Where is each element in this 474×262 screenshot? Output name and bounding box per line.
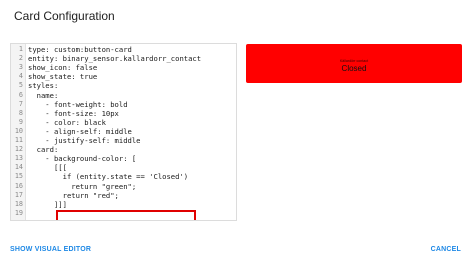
code-text: name: bbox=[28, 90, 59, 100]
editor-line[interactable]: 18 ]]] bbox=[11, 200, 236, 209]
line-number: 9 bbox=[18, 117, 23, 126]
code-text: show_state: true bbox=[28, 72, 98, 82]
preview-card-state: Closed bbox=[341, 64, 367, 73]
editor-line[interactable]: 12 card: bbox=[11, 145, 236, 154]
code-text: - align-self: middle bbox=[28, 126, 132, 136]
editor-line[interactable]: 8 - font-size: 10px bbox=[11, 109, 236, 118]
button-card-preview[interactable]: Källardörr contact Closed bbox=[246, 44, 462, 83]
editor-line[interactable]: 5 styles: bbox=[11, 81, 236, 90]
editor-line[interactable]: 3 show_icon: false bbox=[11, 63, 236, 72]
line-number: 4 bbox=[18, 72, 23, 81]
line-number: 15 bbox=[14, 172, 23, 181]
line-number: 1 bbox=[18, 45, 23, 53]
code-text: entity: binary_sensor.kallardorr_contact bbox=[28, 54, 202, 64]
line-number: 11 bbox=[14, 136, 23, 144]
editor-line[interactable]: 2 entity: binary_sensor.kallardorr_contac… bbox=[11, 54, 236, 63]
line-number: 16 bbox=[14, 181, 23, 190]
line-number: 6 bbox=[18, 90, 23, 99]
editor-line[interactable]: 9 - color: black bbox=[11, 118, 236, 127]
code-text: [[[ bbox=[28, 163, 67, 173]
yaml-code-editor[interactable]: 1 type: custom:button-card 2 entity: binary… bbox=[10, 43, 237, 221]
editor-line[interactable]: 7 - font-weight: bold bbox=[11, 100, 236, 109]
preview-card-name: Källardörr contact bbox=[339, 59, 369, 63]
line-number: 14 bbox=[14, 163, 23, 172]
code-text: - font-size: 10px bbox=[28, 108, 119, 118]
cancel-button[interactable]: CANCEL bbox=[431, 246, 461, 253]
line-number: 10 bbox=[14, 126, 23, 135]
code-text: - background-color: [ bbox=[28, 154, 137, 164]
code-text: card: bbox=[28, 145, 59, 155]
line-number: 19 bbox=[14, 208, 23, 217]
code-text: - color: black bbox=[28, 117, 106, 127]
code-text: if (entity.state == 'Closed') bbox=[28, 172, 189, 182]
code-text: - justify-self: middle bbox=[28, 136, 141, 145]
show-visual-editor-button[interactable]: SHOW VISUAL EDITOR bbox=[10, 246, 91, 253]
code-text: show_icon: false bbox=[28, 63, 98, 73]
line-number: 3 bbox=[18, 63, 23, 72]
line-number: 7 bbox=[18, 99, 23, 108]
code-text: type: custom:button-card bbox=[28, 45, 132, 54]
editor-line[interactable]: 17 return "red"; bbox=[11, 191, 236, 200]
line-number: 13 bbox=[14, 154, 23, 163]
code-text: ]]] bbox=[28, 199, 67, 209]
code-text: styles: bbox=[28, 81, 59, 91]
dialog-title: Card Configuration bbox=[14, 9, 115, 23]
line-number: 12 bbox=[14, 145, 23, 154]
line-number: 2 bbox=[18, 54, 23, 63]
editor-line[interactable]: 13 - background-color: [ bbox=[11, 154, 236, 163]
editor-line[interactable]: 16 return "green"; bbox=[11, 182, 236, 191]
editor-line[interactable]: 11 - justify-self: middle bbox=[11, 136, 236, 145]
editor-line[interactable]: 14 [[[ bbox=[11, 163, 236, 172]
highlight-annotation-box bbox=[56, 210, 196, 220]
line-number: 17 bbox=[14, 190, 23, 199]
line-number: 18 bbox=[14, 199, 23, 208]
code-text: return "green"; bbox=[28, 181, 137, 191]
line-number: 5 bbox=[18, 81, 23, 90]
editor-line[interactable]: 4 show_state: true bbox=[11, 72, 236, 81]
editor-line[interactable]: 6 name: bbox=[11, 91, 236, 100]
editor-line[interactable]: 15 if (entity.state == 'Closed') bbox=[11, 172, 236, 181]
code-text: - font-weight: bold bbox=[28, 99, 128, 109]
editor-line[interactable]: 10 - align-self: middle bbox=[11, 127, 236, 136]
line-number: 8 bbox=[18, 108, 23, 117]
code-text: return "red"; bbox=[28, 190, 119, 200]
editor-line[interactable]: 1 type: custom:button-card bbox=[11, 45, 236, 54]
